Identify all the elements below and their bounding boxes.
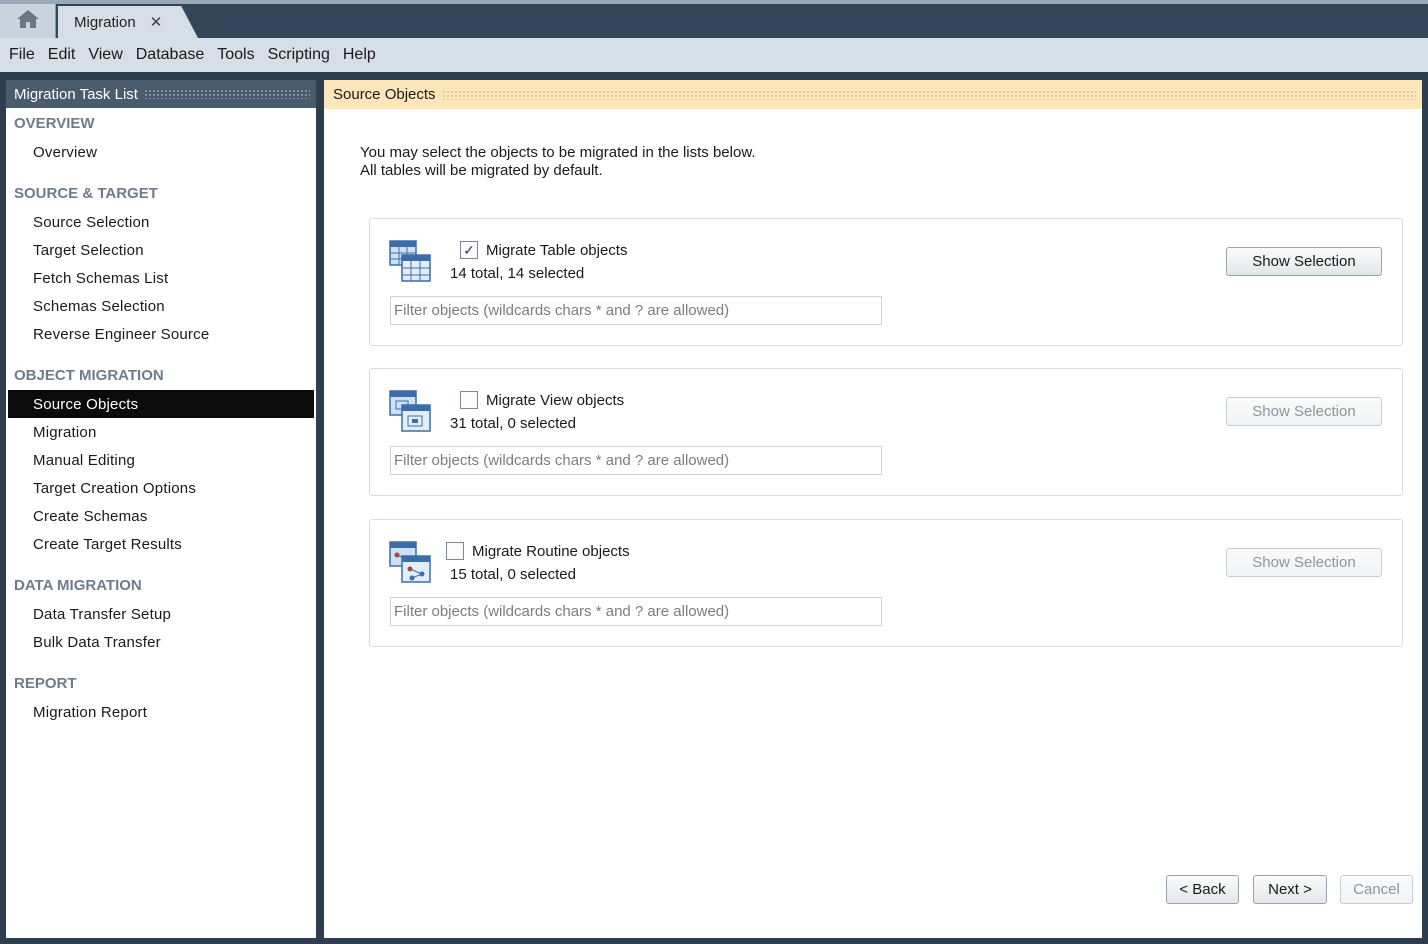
table-filter-input[interactable]	[390, 296, 882, 325]
menu-file[interactable]: File	[8, 46, 47, 64]
next-button[interactable]: Next >	[1253, 875, 1327, 904]
header-grip	[441, 89, 1416, 100]
routine-count: 15 total, 0 selected	[450, 566, 576, 583]
show-selection-tables-button[interactable]: Show Selection	[1226, 247, 1382, 276]
task-create-target-results[interactable]: Create Target Results	[6, 530, 316, 558]
task-create-schemas[interactable]: Create Schemas	[6, 502, 316, 530]
main-header: Source Objects	[324, 80, 1422, 109]
task-target-creation-options[interactable]: Target Creation Options	[6, 474, 316, 502]
tab-bar: Migration ✕	[0, 0, 1428, 38]
header-grip	[143, 89, 310, 99]
show-selection-views-button[interactable]: Show Selection	[1226, 397, 1382, 426]
sidebar-header: Migration Task List	[6, 80, 316, 108]
task-manual-editing[interactable]: Manual Editing	[6, 446, 316, 474]
section-source-target: SOURCE & TARGET Source Selection Target …	[6, 178, 316, 348]
section-object-migration: OBJECT MIGRATION Source Objects Migratio…	[6, 360, 316, 558]
section-title: SOURCE & TARGET	[14, 184, 158, 202]
routine-objects-panel: Migrate Routine objects 15 total, 0 sele…	[369, 519, 1403, 647]
task-schemas-selection[interactable]: Schemas Selection	[6, 292, 316, 320]
close-icon[interactable]: ✕	[150, 13, 163, 31]
table-count: 14 total, 14 selected	[450, 265, 585, 282]
section-overview: OVERVIEW Overview	[6, 108, 316, 166]
cancel-button[interactable]: Cancel	[1340, 875, 1413, 904]
menu-help[interactable]: Help	[342, 46, 388, 64]
back-button[interactable]: < Back	[1166, 875, 1239, 904]
migrate-routines-checkbox[interactable]	[446, 542, 464, 560]
migrate-views-checkbox[interactable]	[460, 391, 478, 409]
menu-tools[interactable]: Tools	[216, 46, 266, 64]
migrate-tables-label: Migrate Table objects	[486, 241, 628, 259]
section-title: OVERVIEW	[14, 114, 95, 132]
menu-scripting[interactable]: Scripting	[267, 46, 342, 64]
section-title: OBJECT MIGRATION	[14, 366, 164, 384]
migration-task-list: Migration Task List OVERVIEW Overview SO…	[6, 80, 316, 938]
task-overview[interactable]: Overview	[6, 138, 316, 166]
view-objects-panel: Migrate View objects 31 total, 0 selecte…	[369, 368, 1403, 496]
page-title: Source Objects	[333, 86, 436, 103]
intro-text: You may select the objects to be migrate…	[360, 144, 756, 180]
sidebar-title: Migration Task List	[14, 85, 138, 103]
task-target-selection[interactable]: Target Selection	[6, 236, 316, 264]
task-source-selection[interactable]: Source Selection	[6, 208, 316, 236]
tab-title: Migration	[74, 13, 136, 31]
task-reverse-engineer-source[interactable]: Reverse Engineer Source	[6, 320, 316, 348]
menu-edit[interactable]: Edit	[47, 46, 88, 64]
table-objects-panel: ✓ Migrate Table objects 14 total, 14 sel…	[369, 218, 1403, 346]
task-bulk-data-transfer[interactable]: Bulk Data Transfer	[6, 628, 316, 656]
view-count: 31 total, 0 selected	[450, 415, 576, 432]
view-filter-input[interactable]	[390, 446, 882, 475]
migrate-tables-checkbox[interactable]: ✓	[460, 241, 478, 259]
section-title: DATA MIGRATION	[14, 576, 142, 594]
home-tab[interactable]	[0, 4, 56, 38]
menu-view[interactable]: View	[87, 46, 134, 64]
section-report: REPORT Migration Report	[6, 668, 316, 726]
home-icon	[15, 8, 41, 34]
menu-database[interactable]: Database	[135, 46, 217, 64]
task-source-objects[interactable]: Source Objects	[8, 390, 314, 418]
routine-objects-icon	[388, 538, 434, 586]
intro-line-1: You may select the objects to be migrate…	[360, 144, 756, 161]
migrate-routines-label: Migrate Routine objects	[472, 542, 630, 560]
task-fetch-schemas-list[interactable]: Fetch Schemas List	[6, 264, 316, 292]
menu-bar: File Edit View Database Tools Scripting …	[0, 38, 1428, 72]
task-data-transfer-setup[interactable]: Data Transfer Setup	[6, 600, 316, 628]
migrate-tables-row: ✓ Migrate Table objects	[460, 241, 627, 259]
migrate-routines-row: Migrate Routine objects	[446, 542, 630, 560]
tab-migration[interactable]: Migration ✕	[58, 6, 198, 38]
main-panel: Source Objects You may select the object…	[324, 80, 1422, 938]
task-migration-report[interactable]: Migration Report	[6, 698, 316, 726]
routine-filter-input[interactable]	[390, 597, 882, 626]
table-objects-icon	[388, 237, 434, 285]
migrate-views-label: Migrate View objects	[486, 391, 625, 409]
migrate-views-row: Migrate View objects	[460, 391, 624, 409]
show-selection-routines-button[interactable]: Show Selection	[1226, 548, 1382, 577]
intro-line-2: All tables will be migrated by default.	[360, 162, 603, 179]
task-migration[interactable]: Migration	[6, 418, 316, 446]
section-title: REPORT	[14, 674, 77, 692]
section-data-migration: DATA MIGRATION Data Transfer Setup Bulk …	[6, 570, 316, 656]
view-objects-icon	[388, 387, 434, 435]
